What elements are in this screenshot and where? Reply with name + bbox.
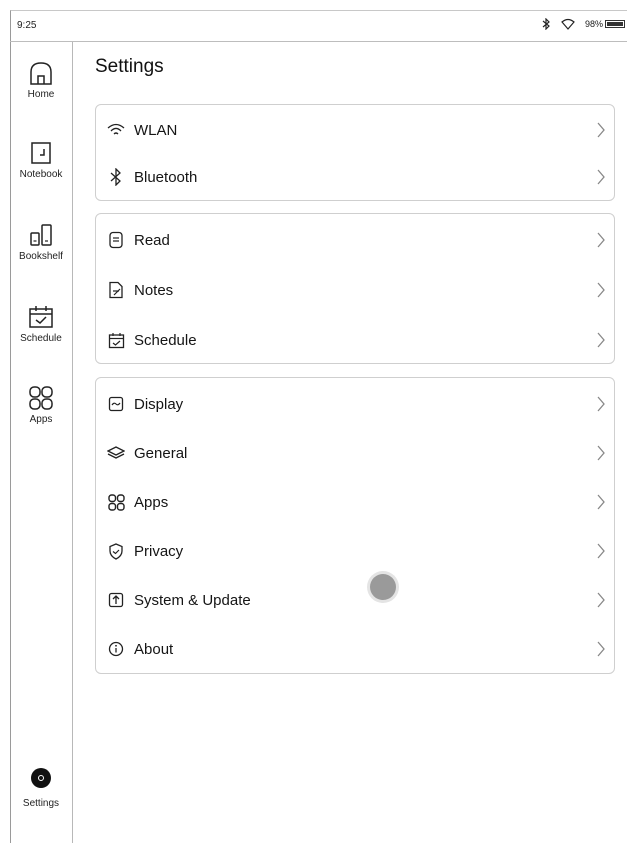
settings-row-system-update[interactable]: System & Update [96,580,614,620]
settings-row-notes[interactable]: Notes [96,270,614,310]
status-time: 9:25 [17,20,37,31]
settings-row-label: Notes [134,281,174,299]
wifi-icon [107,121,125,139]
settings-row-label: Read [134,231,170,249]
home-icon [30,62,52,85]
settings-row-read[interactable]: Read [96,220,614,260]
settings-row-schedule[interactable]: Schedule [96,320,614,360]
chevron-right-icon [597,641,605,657]
chevron-right-icon [597,543,605,559]
settings-row-label: Privacy [134,542,184,560]
settings-row-apps[interactable]: Apps [96,482,614,522]
chevron-right-icon [597,592,605,608]
battery-text: 98% [584,19,603,29]
settings-row-label: System & Update [134,591,251,609]
sidebar-item-apps[interactable]: Apps [10,385,72,425]
schedule-icon [107,331,125,349]
chevron-right-icon [597,169,605,185]
chevron-right-icon [597,332,605,348]
settings-row-wlan[interactable]: WLAN [96,110,614,150]
chevron-right-icon [597,445,605,461]
status-bar: 9:25 98% [10,10,627,42]
sidebar-item-bookshelf[interactable]: Bookshelf [10,222,72,262]
notebook-icon [31,142,51,164]
update-icon [107,591,125,609]
display-icon [107,395,125,413]
shield-icon [107,542,125,560]
read-icon [107,231,125,249]
settings-row-privacy[interactable]: Privacy [96,531,614,571]
settings-row-label: Apps [134,493,169,511]
notes-icon [107,281,125,299]
info-icon [107,640,125,658]
status-icons: 98% [541,18,625,30]
chevron-right-icon [597,282,605,298]
sidebar: Home Notebook Bookshelf Schedule Apps Se… [10,42,73,843]
sidebar-item-label: Notebook [19,169,63,180]
wifi-icon [561,18,575,30]
schedule-icon [29,306,53,328]
sidebar-item-label: Apps [29,414,53,425]
chevron-right-icon [597,494,605,510]
bookshelf-icon [30,224,52,246]
battery-fill [607,22,623,26]
settings-row-label: Display [134,395,184,413]
sidebar-item-notebook[interactable]: Notebook [10,140,72,180]
sidebar-item-label: Home [27,89,55,100]
settings-row-about[interactable]: About [96,629,614,669]
settings-row-bluetooth[interactable]: Bluetooth [96,157,614,197]
chevron-right-icon [597,122,605,138]
chevron-right-icon [597,396,605,412]
settings-icon [31,768,51,788]
bluetooth-icon [107,168,125,186]
sidebar-item-home[interactable]: Home [10,60,72,100]
bluetooth-icon [542,18,550,30]
page-title: Settings [95,56,164,77]
settings-group-apps: Read Notes Schedule [95,213,615,364]
settings-group-connectivity: WLAN Bluetooth [95,104,615,201]
chevron-right-icon [597,232,605,248]
settings-group-system: Display General Apps Privacy System & Up… [95,377,615,674]
sidebar-item-schedule[interactable]: Schedule [10,304,72,344]
sidebar-item-label: Schedule [20,333,62,344]
settings-row-display[interactable]: Display [96,384,614,424]
apps-icon [107,493,125,511]
sidebar-item-settings[interactable]: Settings [10,768,72,809]
settings-row-label: About [134,640,174,658]
settings-row-label: Bluetooth [134,168,198,186]
settings-row-general[interactable]: General [96,433,614,473]
apps-icon [29,386,53,410]
settings-row-label: WLAN [134,121,178,139]
settings-row-label: General [134,444,188,462]
floating-touch-button[interactable] [370,574,396,600]
sidebar-item-label: Bookshelf [19,251,63,262]
settings-row-label: Schedule [134,331,197,349]
sidebar-item-label: Settings [22,798,60,809]
battery-indicator: 98% [585,19,625,29]
battery-icon [605,20,625,28]
layers-icon [107,444,125,462]
